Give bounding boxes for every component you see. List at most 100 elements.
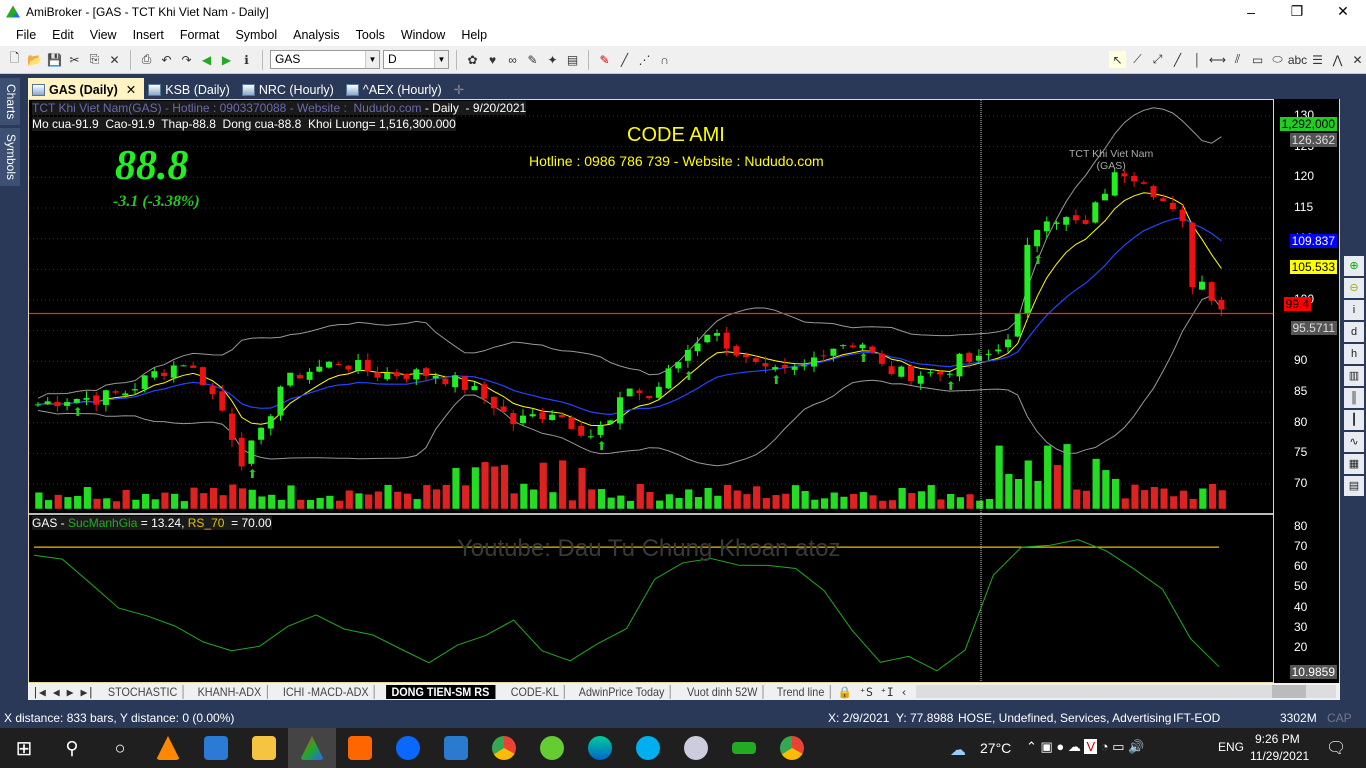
vertical-line-icon[interactable]: │: [1189, 51, 1206, 68]
trend-line-icon[interactable]: ⟋: [1129, 51, 1146, 68]
indicator-icon[interactable]: ✿: [464, 51, 481, 68]
clock-time[interactable]: 9:26 PM: [1255, 732, 1300, 746]
zigzag-icon[interactable]: ⋀: [1329, 51, 1346, 68]
d-icon[interactable]: d: [1344, 322, 1364, 342]
menu-tools[interactable]: Tools: [348, 28, 393, 42]
foxit-icon[interactable]: [336, 728, 384, 768]
vlc-icon[interactable]: [144, 728, 192, 768]
ellipse-icon[interactable]: ⬭: [1269, 51, 1286, 68]
candles-icon[interactable]: ┃: [1344, 410, 1364, 430]
undo-icon[interactable]: ↶: [158, 51, 175, 68]
sheet-tab[interactable]: ICHI -MACD-ADX: [278, 684, 376, 699]
rectangle-icon[interactable]: ▭: [1249, 51, 1266, 68]
close-tab-icon[interactable]: ✕: [126, 82, 136, 97]
tray-icons[interactable]: ⌃ ▣ ● ☁ V ◔ ▭ 🔊: [1026, 739, 1144, 755]
copy-icon[interactable]: ⎘: [86, 51, 103, 68]
edit-formula-icon[interactable]: ✎: [524, 51, 541, 68]
print-icon[interactable]: ⎙: [138, 51, 155, 68]
price-axis[interactable]: 1301251201151101051009590858075708070605…: [1273, 99, 1340, 683]
magnet-icon[interactable]: ∩: [656, 51, 673, 68]
chart-area[interactable]: ⬆ ⬆ ⬆ ⬆ ⬆ ⬆ ⬆ ⬆ TCT Khi Viet Nam(GAS) - Hotline…: [28, 99, 1340, 684]
text-icon[interactable]: abc: [1288, 51, 1307, 68]
sheet-tab[interactable]: DONG TIEN-SM RS: [386, 684, 497, 699]
notification-icon[interactable]: 🗨: [1326, 738, 1346, 758]
side-tab-symbols[interactable]: Symbols: [0, 128, 20, 187]
open-icon[interactable]: 📂: [26, 51, 43, 68]
menu-insert[interactable]: Insert: [125, 28, 172, 42]
sheet-tab[interactable]: CODE-KL: [505, 684, 566, 699]
menu-format[interactable]: Format: [172, 28, 228, 42]
info-i-icon[interactable]: i: [1344, 300, 1364, 320]
menu-symbol[interactable]: Symbol: [227, 28, 285, 42]
favorite-icon[interactable]: ♥: [484, 51, 501, 68]
forward-icon[interactable]: ▶: [218, 51, 235, 68]
sheet-tab[interactable]: STOCHASTIC: [103, 684, 184, 699]
chart-tab[interactable]: KSB (Daily): [144, 78, 238, 99]
chart-tab[interactable]: GAS (Daily) ✕: [28, 78, 145, 99]
more-icon[interactable]: ✕: [1349, 51, 1366, 68]
minimize-button[interactable]: –: [1228, 0, 1274, 23]
back-icon[interactable]: ◀: [198, 51, 215, 68]
sheet-tab[interactable]: Trend line: [771, 684, 831, 699]
zoom-in-icon[interactable]: ⊕: [1344, 256, 1364, 276]
add-tab-icon[interactable]: ✛: [450, 78, 472, 99]
menu-file[interactable]: File: [8, 28, 44, 42]
search-icon[interactable]: ⚲: [48, 728, 96, 768]
language[interactable]: ENG: [1218, 740, 1244, 754]
channel-icon[interactable]: ⫽: [1229, 51, 1246, 68]
chart-tab[interactable]: ^AEX (Hourly): [342, 78, 450, 99]
cortana-icon[interactable]: ○: [96, 728, 144, 768]
color-pen-icon[interactable]: ✎: [596, 51, 613, 68]
sheet-nav-buttons[interactable]: |◀ ◀ ▶ ▶|: [28, 685, 98, 699]
zoom-out-icon[interactable]: ⊖: [1344, 278, 1364, 298]
close-button[interactable]: ✕: [1320, 0, 1366, 23]
pane-divider[interactable]: [29, 513, 1274, 515]
clock-app-icon[interactable]: [672, 728, 720, 768]
file-explorer-icon[interactable]: [240, 728, 288, 768]
layers-icon[interactable]: ▤: [1344, 476, 1364, 496]
horizontal-scrollbar[interactable]: [915, 685, 1336, 698]
chrome-profile-icon[interactable]: [768, 728, 816, 768]
clock-date[interactable]: 11/29/2021: [1250, 749, 1309, 763]
report-icon[interactable]: ▤: [564, 51, 581, 68]
h-icon[interactable]: h: [1344, 344, 1364, 364]
start-icon[interactable]: ⊞: [0, 728, 48, 768]
save-icon[interactable]: 💾: [46, 51, 63, 68]
skype-icon[interactable]: [624, 728, 672, 768]
app-blue-icon[interactable]: [432, 728, 480, 768]
sheet-tab[interactable]: AdwinPrice Today: [574, 684, 672, 699]
app-green-icon[interactable]: [528, 728, 576, 768]
wand-icon[interactable]: ✦: [544, 51, 561, 68]
menu-help[interactable]: Help: [453, 28, 495, 42]
symbol-combo[interactable]: GAS ▼: [270, 50, 380, 69]
line-width-icon[interactable]: ╱: [616, 51, 633, 68]
dotted-icon[interactable]: ⋰: [636, 51, 653, 68]
weather-icon[interactable]: ☁: [950, 740, 966, 760]
zalo-icon[interactable]: [384, 728, 432, 768]
pointer-icon[interactable]: ↖: [1109, 51, 1126, 68]
menu-view[interactable]: View: [82, 28, 125, 42]
ift-icon[interactable]: [720, 728, 768, 768]
grid-icon[interactable]: ▦: [1344, 454, 1364, 474]
side-tab-charts[interactable]: Charts: [0, 78, 20, 126]
redo-icon[interactable]: ↷: [178, 51, 195, 68]
temperature[interactable]: 27°C: [980, 740, 1011, 756]
volume-icon[interactable]: ▥: [1344, 366, 1364, 386]
sheet-tab[interactable]: KHANH-ADX: [193, 684, 268, 699]
info-icon[interactable]: ℹ: [238, 51, 255, 68]
new-icon[interactable]: 🗋: [6, 51, 23, 68]
menu-window[interactable]: Window: [393, 28, 453, 42]
chart-tab[interactable]: NRC (Hourly): [238, 78, 342, 99]
fibonacci-icon[interactable]: ☰: [1309, 51, 1326, 68]
horizontal-line-icon[interactable]: ⟷: [1209, 51, 1226, 68]
chart-canvas[interactable]: ⬆ ⬆ ⬆ ⬆ ⬆ ⬆ ⬆ ⬆: [29, 100, 1274, 684]
menu-edit[interactable]: Edit: [44, 28, 82, 42]
glasses-icon[interactable]: ∞: [504, 51, 521, 68]
ray-icon[interactable]: ⤢: [1149, 51, 1166, 68]
delete-icon[interactable]: ✕: [106, 51, 123, 68]
cut-icon[interactable]: ✂: [66, 51, 83, 68]
app-e5-icon[interactable]: [192, 728, 240, 768]
bars-icon[interactable]: ║: [1344, 388, 1364, 408]
chrome-icon[interactable]: [480, 728, 528, 768]
maximize-button[interactable]: ❐: [1274, 0, 1320, 23]
